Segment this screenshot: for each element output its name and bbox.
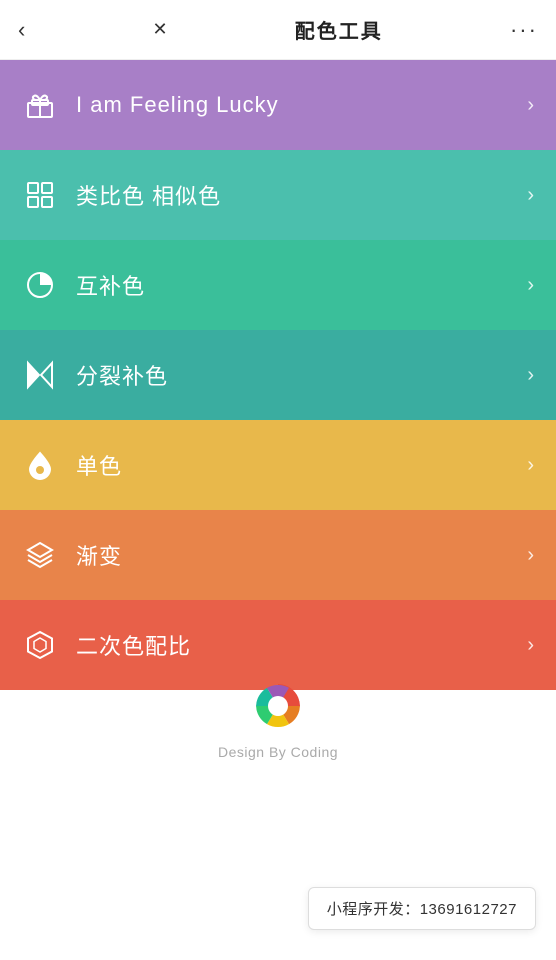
layers-icon — [22, 537, 58, 573]
drop-icon — [22, 447, 58, 483]
arrow-icon-analogous: › — [527, 184, 534, 207]
close-button[interactable]: ✕ — [153, 19, 168, 40]
menu-label-gradient: 渐变 — [76, 539, 527, 571]
more-button[interactable]: ··· — [510, 17, 538, 43]
menu-label-split: 分裂补色 — [76, 359, 527, 391]
arrow-icon-gradient: › — [527, 544, 534, 567]
header: ‹ ✕ 配色工具 ··· — [0, 0, 556, 60]
page-title: 配色工具 — [295, 15, 383, 44]
menu-label-complementary: 互补色 — [76, 269, 527, 301]
color-wheel-icon — [252, 680, 304, 732]
arrow-icon-complementary: › — [527, 274, 534, 297]
arrow-icon-lucky: › — [527, 94, 534, 117]
arrow-icon-split: › — [527, 364, 534, 387]
bottom-banner: 小程序开发：13691612727 — [308, 887, 536, 930]
grid-icon — [22, 177, 58, 213]
menu-label-lucky: I am Feeling Lucky — [76, 92, 527, 118]
footer-brand: Design By Coding — [218, 744, 338, 760]
banner-text: 小程序开发：13691612727 — [327, 901, 517, 918]
menu-item-analogous[interactable]: 类比色 相似色 › — [0, 150, 556, 240]
back-button[interactable]: ‹ — [18, 17, 25, 43]
menu-label-analogous: 类比色 相似色 — [76, 179, 527, 211]
menu-item-complementary[interactable]: 互补色 › — [0, 240, 556, 330]
arrow-icon-mono: › — [527, 454, 534, 477]
menu-item-gradient[interactable]: 渐变 › — [0, 510, 556, 600]
menu-list: I am Feeling Lucky › 类比色 相似色 › 互补色 › — [0, 60, 556, 690]
menu-item-lucky[interactable]: I am Feeling Lucky › — [0, 60, 556, 150]
bowtie-icon — [22, 357, 58, 393]
pie-icon — [22, 267, 58, 303]
menu-label-mono: 单色 — [76, 449, 527, 481]
menu-item-split[interactable]: 分裂补色 › — [0, 330, 556, 420]
gift-icon — [22, 87, 58, 123]
menu-item-mono[interactable]: 单色 › — [0, 420, 556, 510]
